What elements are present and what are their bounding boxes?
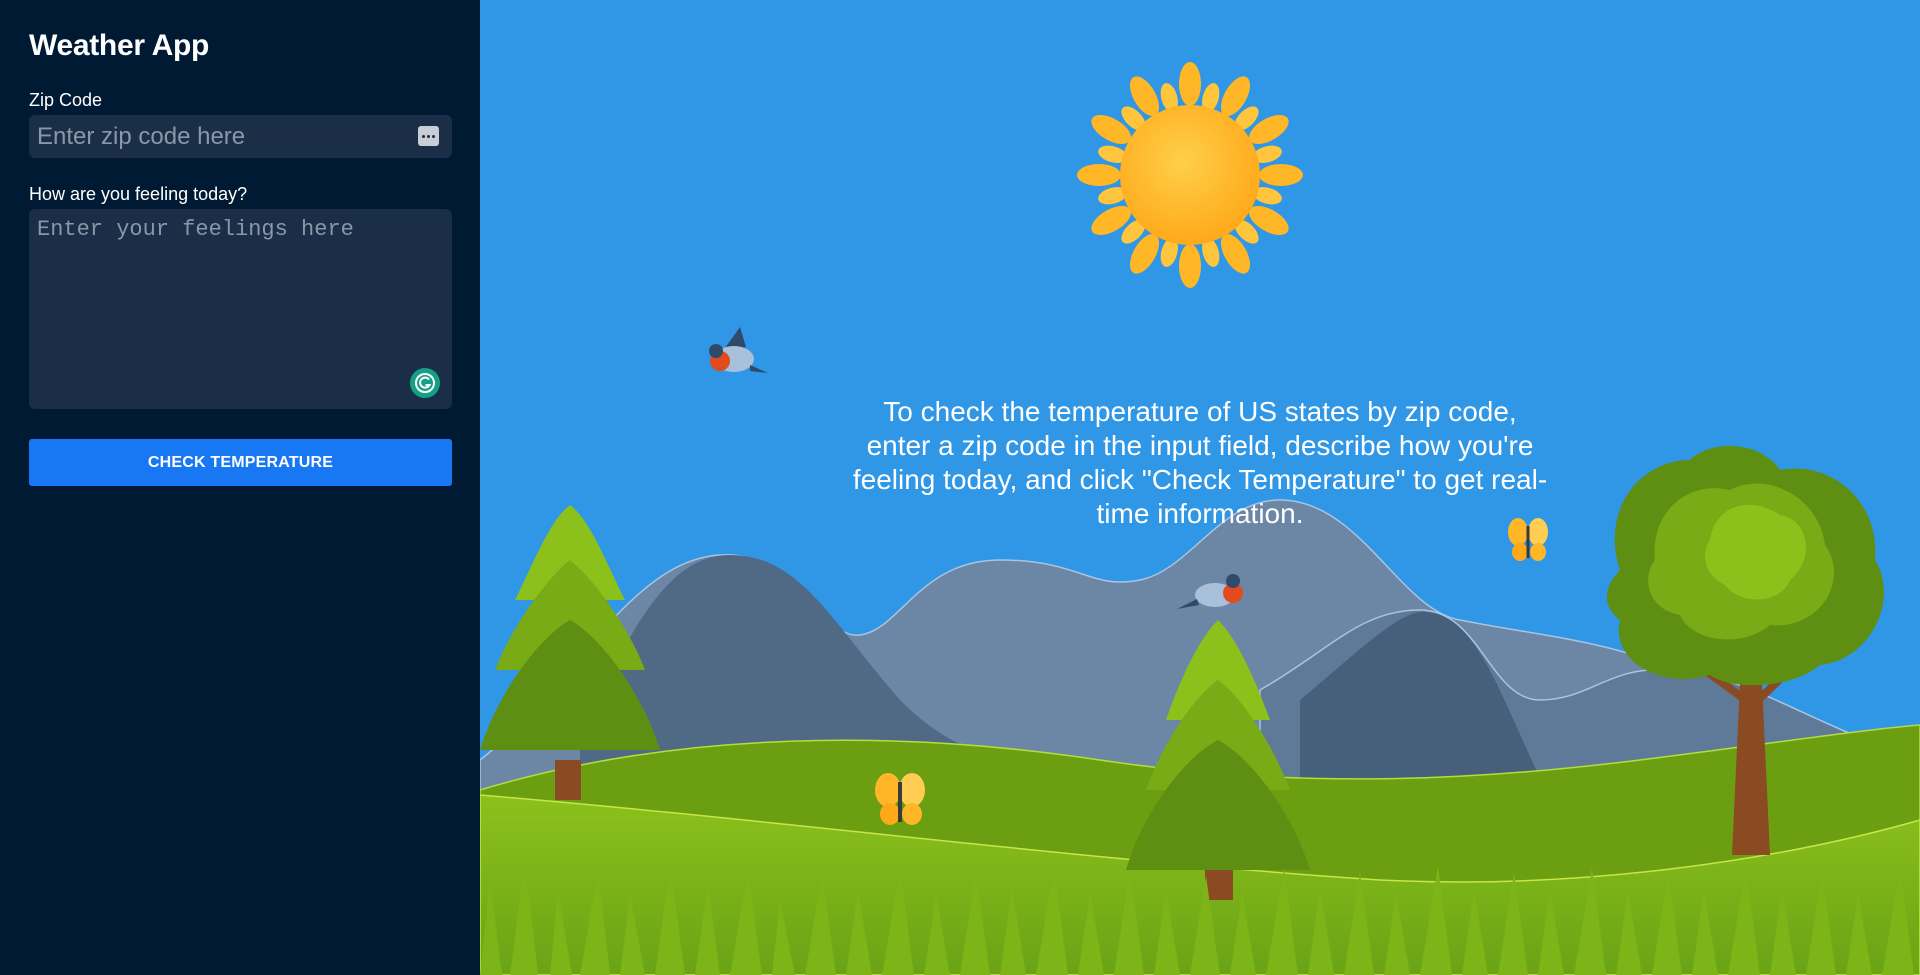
- app-root: Weather App Zip Code How are you feeling…: [0, 0, 1920, 975]
- password-manager-icon[interactable]: [418, 126, 439, 146]
- app-title: Weather App: [29, 29, 210, 62]
- grammarly-icon[interactable]: [410, 368, 440, 398]
- sidebar: Weather App Zip Code How are you feeling…: [0, 0, 480, 975]
- feelings-label: How are you feeling today?: [29, 184, 248, 204]
- weather-scene: To check the temperature of US states by…: [480, 0, 1920, 975]
- check-temperature-button[interactable]: CHECK TEMPERATURE: [29, 439, 452, 486]
- feelings-field: [29, 209, 452, 409]
- bird-flying-icon: [709, 327, 768, 373]
- zip-code-input[interactable]: [29, 115, 452, 158]
- zip-code-label: Zip Code: [29, 90, 103, 110]
- feelings-input[interactable]: [29, 209, 452, 409]
- sun-icon: [1077, 62, 1303, 288]
- instructions-text: To check the temperature of US states by…: [852, 396, 1548, 529]
- zip-code-field: [29, 115, 452, 158]
